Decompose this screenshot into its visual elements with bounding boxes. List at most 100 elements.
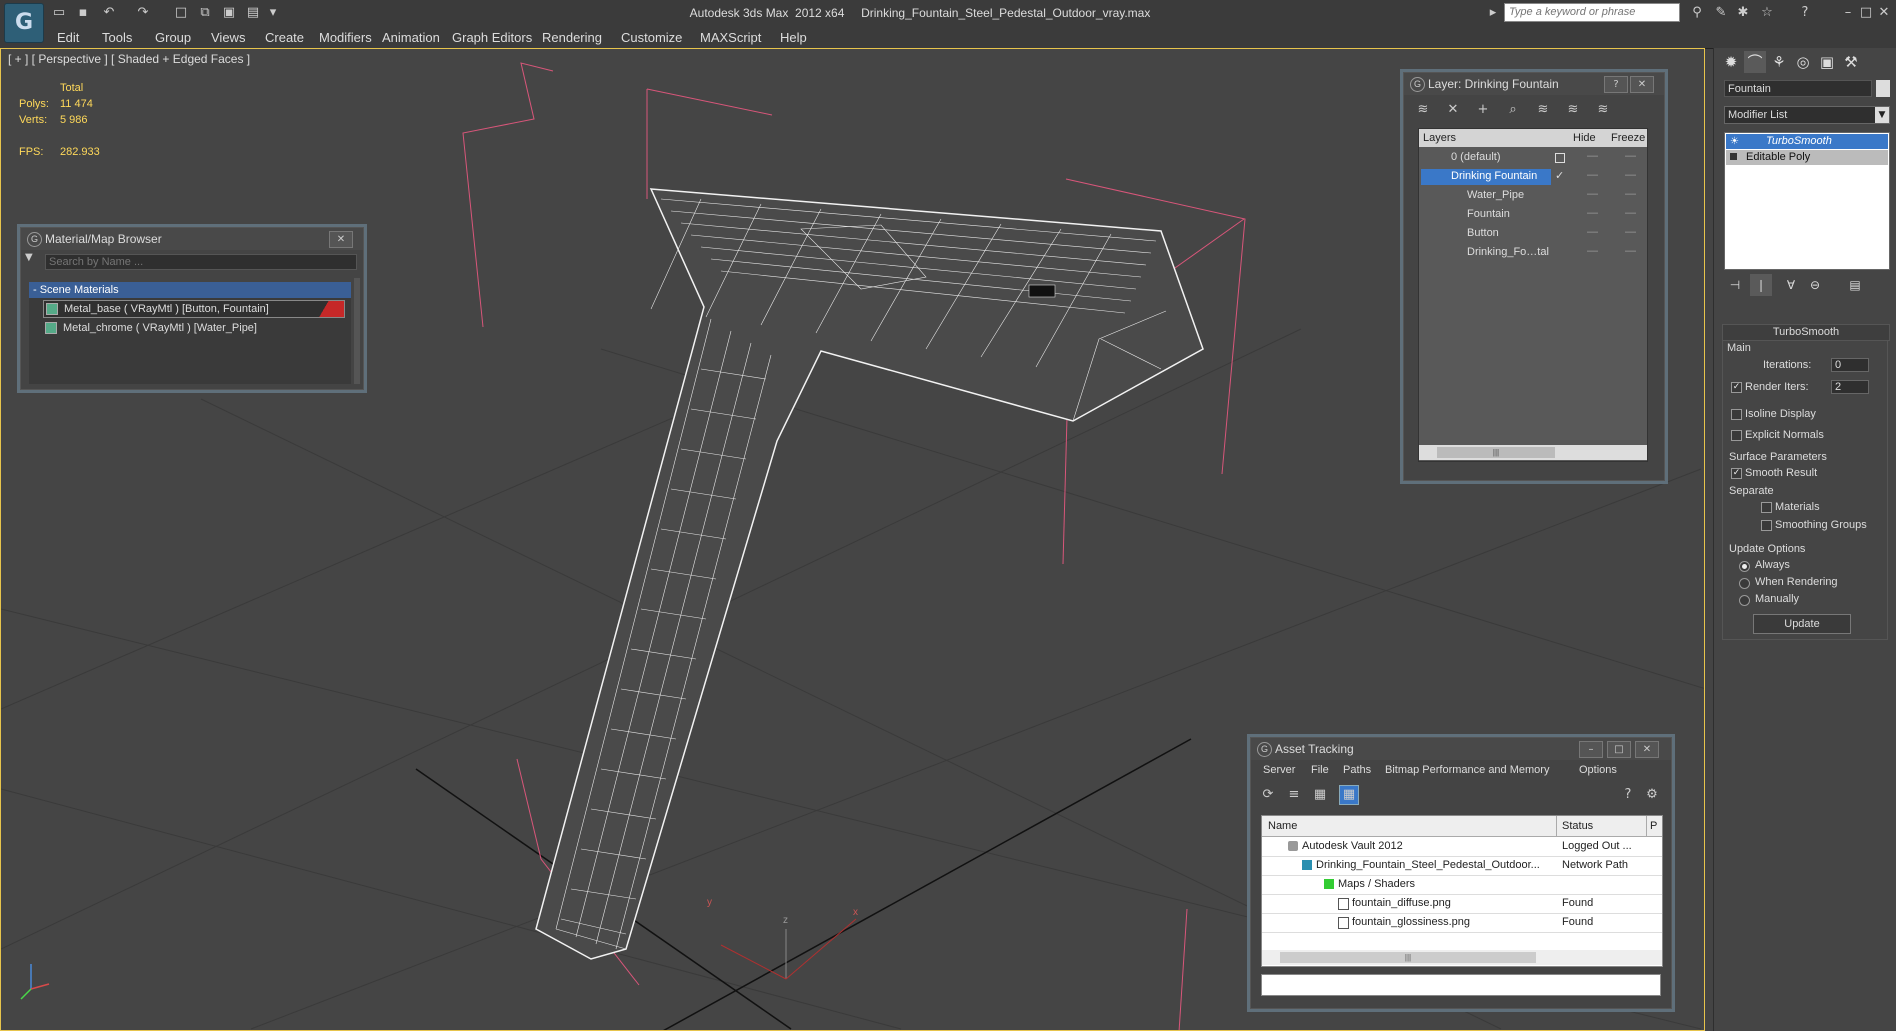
subscription-icon[interactable]: ✎ xyxy=(1712,4,1730,22)
favorites-star-icon[interactable]: ☆ xyxy=(1758,4,1776,22)
asset-menu-options[interactable]: Options xyxy=(1579,764,1617,776)
add-to-layer-icon[interactable]: + xyxy=(1474,101,1492,119)
col-layers[interactable]: Layers xyxy=(1423,132,1456,144)
modify-tab-icon[interactable]: ⌒ xyxy=(1744,51,1766,73)
when-rendering-radio[interactable] xyxy=(1739,578,1750,589)
minimize-icon[interactable]: – xyxy=(1840,4,1856,22)
menu-create[interactable]: Create xyxy=(265,30,304,45)
object-row[interactable]: Water_Pipe — — xyxy=(1419,187,1647,206)
close-icon[interactable]: ✕ xyxy=(1876,4,1892,22)
asset-menu-file[interactable]: File xyxy=(1311,764,1329,776)
list-view-icon[interactable]: ≡ xyxy=(1285,786,1303,804)
smoothing-groups-checkbox[interactable] xyxy=(1761,520,1772,531)
freeze-toggle[interactable]: — xyxy=(1625,188,1636,200)
asset-tracking-titlebar[interactable]: G Asset Tracking – □ ✕ xyxy=(1251,738,1671,760)
quick-access-dropdown-icon[interactable]: ▾ xyxy=(264,4,282,22)
hide-toggle[interactable]: — xyxy=(1587,207,1598,219)
smooth-result-checkbox[interactable]: ✓ xyxy=(1731,468,1742,479)
asset-minimize-button[interactable]: – xyxy=(1579,741,1603,758)
create-tab-icon[interactable]: ✹ xyxy=(1720,51,1742,73)
hierarchy-tab-icon[interactable]: ⚘ xyxy=(1768,51,1790,73)
freeze-toggle[interactable]: — xyxy=(1625,150,1636,162)
menu-group[interactable]: Group xyxy=(155,30,191,45)
menu-modifiers[interactable]: Modifiers xyxy=(319,30,372,45)
help-icon[interactable]: ? xyxy=(1796,4,1814,22)
freeze-toggle[interactable]: — xyxy=(1625,207,1636,219)
hide-toggle[interactable]: — xyxy=(1587,245,1598,257)
hide-all-icon[interactable]: ≋ xyxy=(1564,101,1582,119)
render-iters-spinner[interactable] xyxy=(1831,380,1869,394)
asset-menu-paths[interactable]: Paths xyxy=(1343,764,1371,776)
col-status[interactable]: Status xyxy=(1562,820,1593,832)
settings-icon[interactable]: ⚙ xyxy=(1643,786,1661,804)
freeze-toggle[interactable]: — xyxy=(1625,169,1636,181)
save-icon[interactable]: ▪ xyxy=(74,4,92,22)
material-browser-titlebar[interactable]: G Material/Map Browser ✕ xyxy=(21,228,363,250)
communication-center-icon[interactable]: ✱ xyxy=(1734,4,1752,22)
asset-row[interactable]: fountain_diffuse.png Found xyxy=(1262,894,1662,914)
scene-materials-group[interactable]: - Scene Materials xyxy=(29,282,351,298)
material-item[interactable]: Metal_chrome ( VRayMtl ) [Water_Pipe] xyxy=(43,320,345,338)
delete-layer-icon[interactable]: ✕ xyxy=(1444,101,1462,119)
materials-checkbox[interactable] xyxy=(1761,502,1772,513)
make-unique-icon[interactable]: ∀ xyxy=(1780,274,1802,296)
remove-modifier-icon[interactable]: ⊖ xyxy=(1804,274,1826,296)
object-color-swatch[interactable] xyxy=(1876,80,1890,97)
asset-menu-bitmap[interactable]: Bitmap Performance and Memory xyxy=(1385,764,1549,776)
material-list-scrollbar[interactable] xyxy=(354,278,360,384)
iterations-spinner[interactable] xyxy=(1831,358,1869,372)
options-dropdown-icon[interactable]: ▼ xyxy=(25,252,39,268)
object-row[interactable]: Fountain — — xyxy=(1419,206,1647,225)
turbosmooth-rollout-header[interactable]: TurboSmooth xyxy=(1722,324,1890,341)
layer-window-help-button[interactable]: ? xyxy=(1604,76,1628,93)
new-layer-icon[interactable]: ≋ xyxy=(1414,101,1432,119)
col-hide[interactable]: Hide xyxy=(1573,132,1596,144)
help-icon[interactable]: ? xyxy=(1619,786,1637,804)
asset-row[interactable]: fountain_glossiness.png Found xyxy=(1262,913,1662,933)
asset-row[interactable]: Maps / Shaders xyxy=(1262,875,1662,895)
freeze-toggle[interactable]: — xyxy=(1625,226,1636,238)
table-view-icon[interactable]: ▦ xyxy=(1339,785,1359,805)
freeze-toggle[interactable]: — xyxy=(1625,245,1636,257)
hide-toggle[interactable]: — xyxy=(1587,226,1598,238)
object-row[interactable]: Button — — xyxy=(1419,225,1647,244)
app-menu-button[interactable]: G xyxy=(4,3,44,43)
refresh-icon[interactable]: ⟳ xyxy=(1259,786,1277,804)
explicit-normals-checkbox[interactable] xyxy=(1731,430,1742,441)
hide-toggle[interactable]: — xyxy=(1587,169,1598,181)
layer-window-close-button[interactable]: ✕ xyxy=(1630,76,1654,93)
stack-item[interactable]: Editable Poly xyxy=(1726,150,1888,165)
scroll-thumb[interactable]: ||| xyxy=(1437,447,1555,458)
asset-row[interactable]: Drinking_Fountain_Steel_Pedestal_Outdoor… xyxy=(1262,856,1662,876)
layer-row[interactable]: Drinking Fountain ✓ — — xyxy=(1419,168,1647,187)
update-button[interactable]: Update xyxy=(1753,614,1851,634)
asset-close-button[interactable]: ✕ xyxy=(1635,741,1659,758)
open-file-icon[interactable]: ▭ xyxy=(50,4,68,22)
col-divider[interactable] xyxy=(1646,816,1647,836)
material-browser-close-button[interactable]: ✕ xyxy=(329,231,353,248)
menu-rendering[interactable]: Rendering xyxy=(542,30,602,45)
binoculars-icon[interactable]: ⚲ xyxy=(1688,4,1706,22)
material-search-input[interactable] xyxy=(45,254,357,270)
select-objects-icon[interactable]: ⌕ xyxy=(1504,101,1522,119)
undo-icon[interactable]: ↶ xyxy=(100,4,118,22)
menu-graph-editors[interactable]: Graph Editors xyxy=(452,30,532,45)
col-freeze[interactable]: Freeze xyxy=(1611,132,1645,144)
layer-window-titlebar[interactable]: G Layer: Drinking Fountain ? ✕ xyxy=(1404,73,1664,95)
lightbulb-icon[interactable]: ☀ xyxy=(1730,136,1739,147)
object-name-field[interactable] xyxy=(1724,80,1872,97)
menu-views[interactable]: Views xyxy=(211,30,245,45)
project-icon[interactable]: ▣ xyxy=(220,4,238,22)
expand-plus-icon[interactable] xyxy=(1730,153,1737,160)
hide-toggle[interactable]: — xyxy=(1587,150,1598,162)
asset-path-field[interactable] xyxy=(1261,974,1661,996)
object-row[interactable]: Drinking_Fo…tal — — xyxy=(1419,244,1647,263)
manually-radio[interactable] xyxy=(1739,595,1750,606)
layer-row[interactable]: 0 (default) — — xyxy=(1419,149,1647,168)
highlight-layer-icon[interactable]: ≋ xyxy=(1534,101,1552,119)
isoline-checkbox[interactable] xyxy=(1731,409,1742,420)
menu-maxscript[interactable]: MAXScript xyxy=(700,30,761,45)
asset-menu-server[interactable]: Server xyxy=(1263,764,1295,776)
menu-help[interactable]: Help xyxy=(780,30,807,45)
motion-tab-icon[interactable]: ◎ xyxy=(1792,51,1814,73)
